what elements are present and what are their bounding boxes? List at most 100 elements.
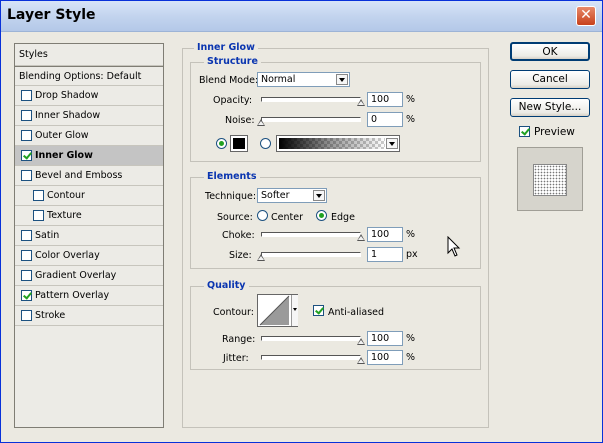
blend-mode-select[interactable]: Normal	[257, 72, 350, 87]
technique-label: Technique:	[205, 191, 257, 202]
gradient-dropdown-icon[interactable]	[386, 138, 398, 149]
style-item-checkbox[interactable]	[21, 130, 32, 141]
source-center-radio[interactable]	[257, 210, 268, 221]
preview-pattern	[533, 164, 567, 196]
blending-options-label: Blending Options: Default	[19, 71, 142, 82]
ok-button[interactable]: OK	[510, 42, 590, 61]
range-input[interactable]: 100	[367, 331, 403, 346]
size-slider-thumb[interactable]	[257, 254, 265, 261]
style-item-inner-shadow[interactable]: Inner Shadow	[15, 106, 163, 126]
range-unit: %	[406, 333, 416, 344]
style-item-contour[interactable]: Contour	[15, 186, 163, 206]
anti-aliased-checkbox[interactable]	[313, 305, 324, 316]
style-item-stroke[interactable]: Stroke	[15, 306, 163, 326]
style-item-checkbox[interactable]	[21, 110, 32, 121]
style-item-pattern-overlay[interactable]: Pattern Overlay	[15, 286, 163, 306]
size-slider[interactable]	[261, 252, 361, 257]
gradient-preview	[279, 138, 385, 149]
style-item-checkbox[interactable]	[21, 150, 32, 161]
noise-input[interactable]: 0	[367, 112, 403, 127]
style-item-label: Texture	[47, 210, 82, 221]
style-item-color-overlay[interactable]: Color Overlay	[15, 246, 163, 266]
style-item-bevel-and-emboss[interactable]: Bevel and Emboss	[15, 166, 163, 186]
glow-color-swatch[interactable]	[230, 135, 248, 152]
style-item-checkbox[interactable]	[21, 230, 32, 241]
technique-select[interactable]: Softer	[257, 188, 327, 203]
noise-slider[interactable]	[261, 117, 361, 122]
technique-value: Softer	[261, 190, 290, 201]
gradient-radio[interactable]	[260, 138, 271, 149]
contour-picker[interactable]	[257, 294, 298, 327]
source-edge-radio[interactable]	[316, 210, 327, 221]
blend-mode-value: Normal	[261, 74, 296, 85]
preview-label: Preview	[534, 126, 575, 138]
new-style-button[interactable]: New Style...	[510, 98, 590, 117]
size-unit: px	[406, 249, 418, 260]
style-item-label: Drop Shadow	[35, 90, 99, 101]
quality-title: Quality	[204, 280, 249, 291]
styles-header[interactable]: Styles	[15, 44, 163, 66]
style-item-checkbox[interactable]	[21, 290, 32, 301]
noise-label: Noise:	[225, 115, 255, 126]
contour-label: Contour:	[213, 307, 254, 318]
choke-label: Choke:	[222, 230, 255, 241]
style-item-checkbox[interactable]	[33, 190, 44, 201]
opacity-input[interactable]: 100	[367, 92, 403, 107]
blending-options-item[interactable]: Blending Options: Default	[15, 66, 163, 86]
style-item-checkbox[interactable]	[21, 170, 32, 181]
jitter-slider[interactable]	[261, 355, 361, 360]
noise-slider-thumb[interactable]	[257, 119, 265, 126]
style-item-checkbox[interactable]	[21, 90, 32, 101]
style-item-label: Satin	[35, 230, 60, 241]
style-item-label: Pattern Overlay	[35, 290, 110, 301]
style-item-label: Bevel and Emboss	[35, 170, 123, 181]
noise-unit: %	[406, 114, 416, 125]
source-center-label: Center	[271, 212, 303, 223]
jitter-unit: %	[406, 352, 416, 363]
window-title: Layer Style	[7, 7, 96, 23]
opacity-slider-thumb[interactable]	[357, 99, 365, 106]
style-item-checkbox[interactable]	[21, 250, 32, 261]
choke-slider[interactable]	[261, 232, 361, 237]
style-item-label: Outer Glow	[35, 130, 89, 141]
style-item-checkbox[interactable]	[33, 210, 44, 221]
style-item-satin[interactable]: Satin	[15, 226, 163, 246]
preview-swatch	[517, 147, 583, 211]
chevron-down-icon	[336, 74, 348, 85]
style-item-label: Inner Shadow	[35, 110, 101, 121]
close-button[interactable]: ✕	[576, 6, 596, 26]
opacity-slider[interactable]	[261, 97, 361, 102]
solid-color-radio[interactable]	[216, 138, 227, 149]
style-item-label: Color Overlay	[35, 250, 100, 261]
preview-checkbox[interactable]	[519, 126, 530, 137]
contour-dropdown-icon[interactable]	[291, 295, 298, 326]
styles-panel: Styles Blending Options: Default Drop Sh…	[14, 43, 164, 428]
styles-header-label: Styles	[19, 49, 48, 60]
glow-color-fill	[233, 138, 245, 149]
style-item-inner-glow[interactable]: Inner Glow	[15, 146, 163, 166]
jitter-slider-thumb[interactable]	[357, 357, 365, 364]
choke-input[interactable]: 100	[367, 227, 403, 242]
elements-title: Elements	[204, 171, 260, 182]
chevron-down-icon	[313, 190, 325, 201]
size-input[interactable]: 1	[367, 247, 403, 262]
opacity-unit: %	[406, 94, 416, 105]
choke-slider-thumb[interactable]	[357, 234, 365, 241]
mouse-cursor-icon	[447, 236, 461, 257]
jitter-label: Jitter:	[223, 353, 249, 364]
source-label: Source:	[217, 212, 253, 223]
jitter-input[interactable]: 100	[367, 350, 403, 365]
style-item-checkbox[interactable]	[21, 310, 32, 321]
style-item-label: Contour	[47, 190, 85, 201]
range-slider-thumb[interactable]	[357, 338, 365, 345]
style-item-gradient-overlay[interactable]: Gradient Overlay	[15, 266, 163, 286]
style-item-texture[interactable]: Texture	[15, 206, 163, 226]
gradient-picker[interactable]	[276, 135, 400, 152]
style-item-outer-glow[interactable]: Outer Glow	[15, 126, 163, 146]
style-item-drop-shadow[interactable]: Drop Shadow	[15, 86, 163, 106]
style-item-label: Inner Glow	[35, 150, 93, 161]
style-item-checkbox[interactable]	[21, 270, 32, 281]
choke-unit: %	[406, 229, 416, 240]
range-slider[interactable]	[261, 336, 361, 341]
cancel-button[interactable]: Cancel	[510, 70, 590, 89]
